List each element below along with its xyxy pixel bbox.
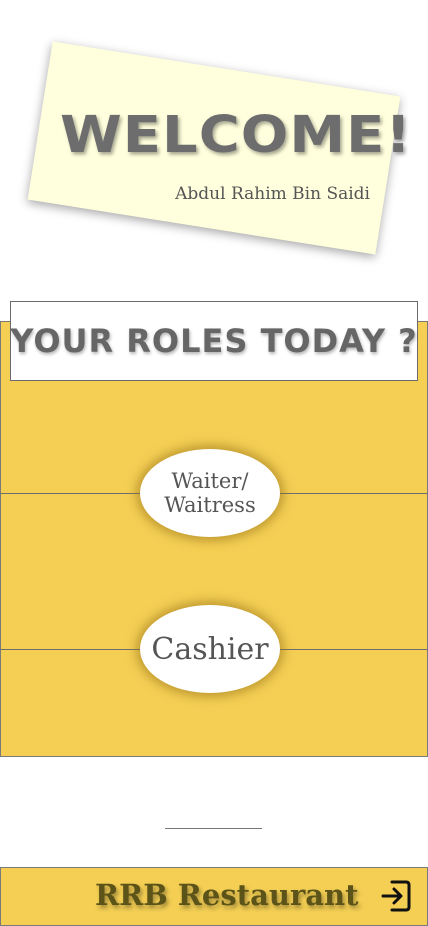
welcome-title: WELCOME! [60, 106, 412, 165]
roles-heading: YOUR ROLES TODAY ? [10, 322, 418, 360]
separator-line [165, 828, 262, 829]
cashier-role-button[interactable]: Cashier [140, 605, 280, 693]
logout-icon[interactable] [380, 879, 412, 913]
roles-header: YOUR ROLES TODAY ? [10, 301, 418, 381]
waiter-role-label: Waiter/ Waitress [164, 469, 256, 517]
restaurant-name: RRB Restaurant [95, 878, 359, 912]
user-name: Abdul Rahim Bin Saidi [175, 184, 370, 204]
cashier-role-label: Cashier [151, 631, 269, 667]
waiter-role-button[interactable]: Waiter/ Waitress [140, 449, 280, 537]
